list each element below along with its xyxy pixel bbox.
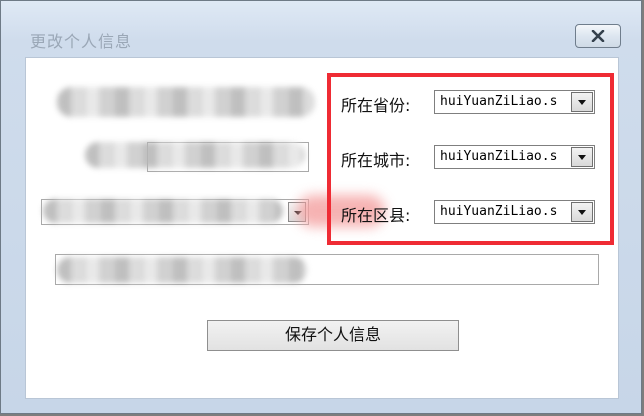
redacted-field-4 [57,257,307,283]
save-profile-button[interactable]: 保存个人信息 [207,320,459,351]
dialog-title: 更改个人信息 [30,32,133,51]
chevron-down-icon[interactable] [571,147,593,167]
province-label: 所在省份: [341,96,411,115]
city-select-value: huiYuanZiLiao.s [440,149,558,164]
title-bar[interactable]: 更改个人信息 [1,1,641,53]
redacted-field-3 [43,199,283,223]
redacted-field-1 [57,87,315,117]
city-select[interactable]: huiYuanZiLiao.s [434,145,595,169]
province-select-value: huiYuanZiLiao.s [440,94,558,109]
province-select[interactable]: huiYuanZiLiao.s [434,90,595,114]
county-label: 所在区县: [341,206,411,225]
edit-profile-dialog: 更改个人信息 所在省份: huiYuanZiLiao.s 所在城市: huiYu… [0,0,642,414]
close-button[interactable] [575,24,621,48]
redacted-field-2 [85,142,305,168]
close-icon [590,30,606,42]
county-select[interactable]: huiYuanZiLiao.s [434,200,595,224]
chevron-down-icon[interactable] [571,202,593,222]
county-select-value: huiYuanZiLiao.s [440,204,558,219]
city-label: 所在城市: [341,151,411,170]
chevron-down-icon[interactable] [571,92,593,112]
